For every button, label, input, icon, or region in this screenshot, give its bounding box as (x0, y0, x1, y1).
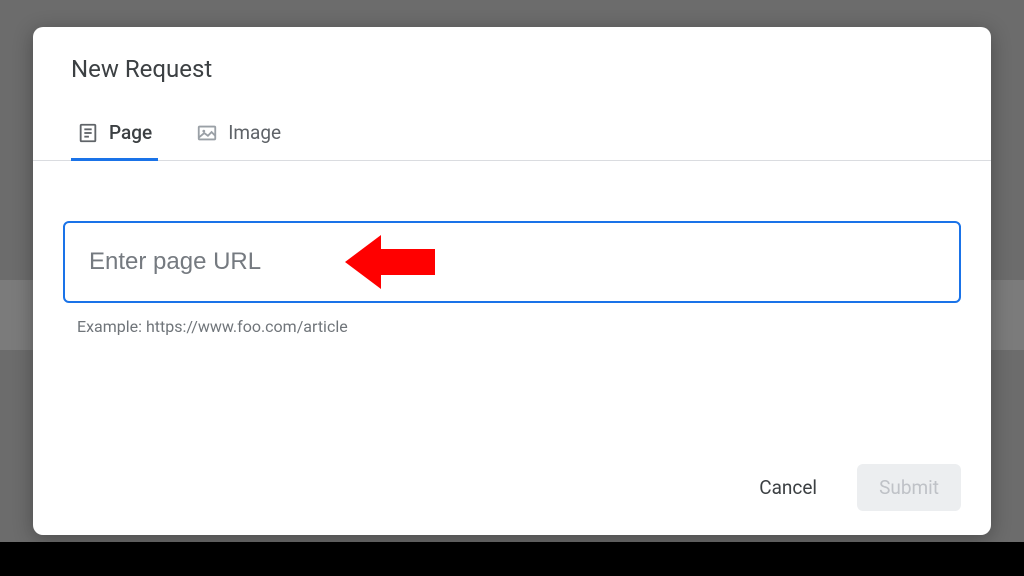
example-text: Example: https://www.foo.com/article (63, 303, 961, 336)
image-icon (196, 122, 218, 144)
cancel-button[interactable]: Cancel (737, 464, 839, 511)
submit-button[interactable]: Submit (857, 464, 961, 511)
modal-body: Example: https://www.foo.com/article (33, 161, 991, 464)
new-request-modal: New Request Page Image (33, 27, 991, 535)
tab-label: Page (109, 121, 152, 144)
page-url-input[interactable] (63, 221, 961, 303)
modal-actions: Cancel Submit (33, 464, 991, 535)
modal-title: New Request (33, 27, 991, 83)
tab-label: Image (228, 121, 281, 144)
bottom-bar (0, 542, 1024, 576)
page-icon (77, 122, 99, 144)
tab-page[interactable]: Page (71, 111, 158, 161)
tab-image[interactable]: Image (190, 111, 287, 161)
tab-bar: Page Image (33, 83, 991, 161)
